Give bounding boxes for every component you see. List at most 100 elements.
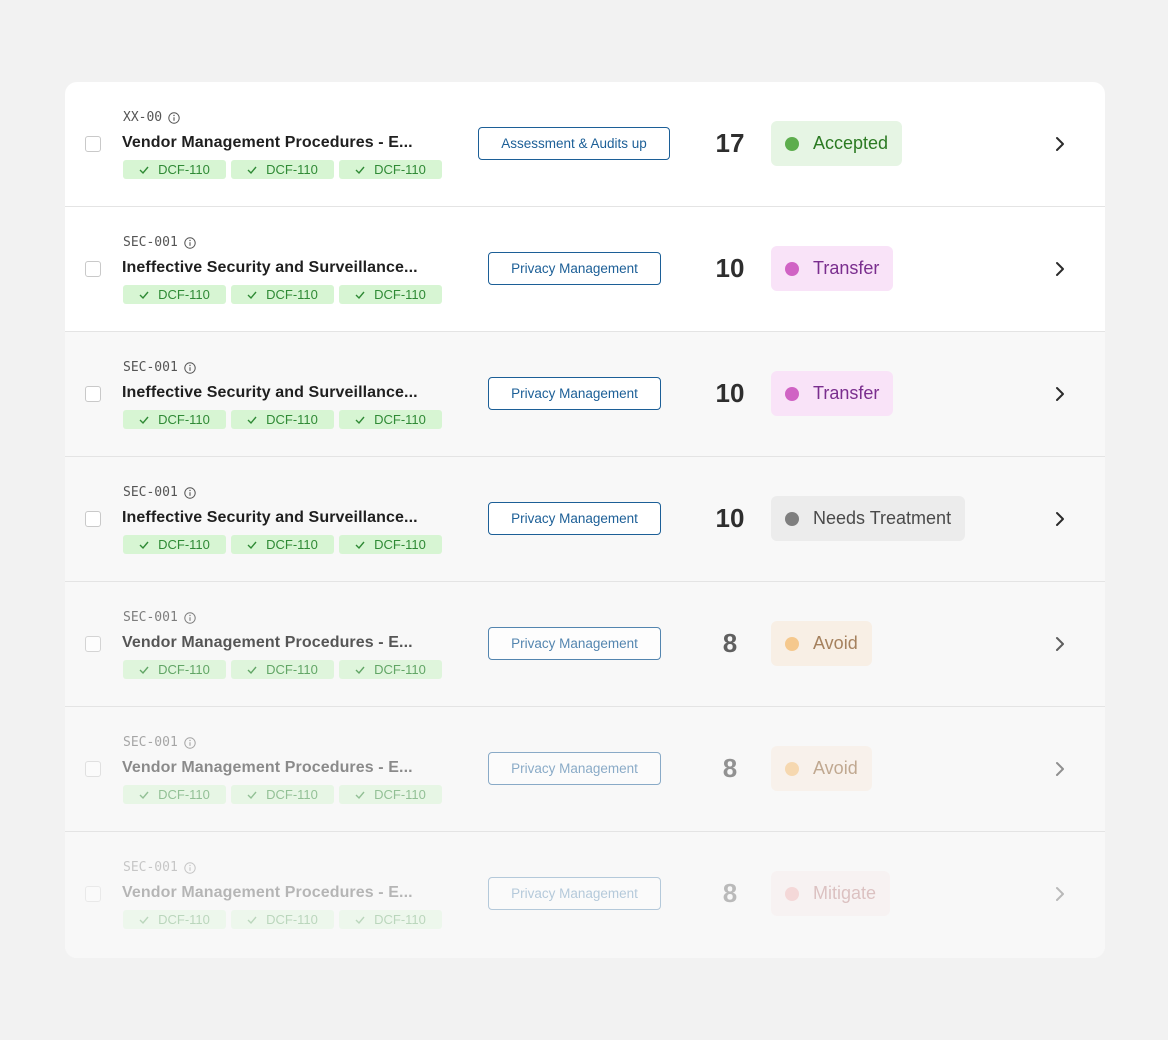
control-chips: DCF-110 DCF-110 DCF-110 <box>123 785 442 804</box>
category-tag[interactable]: Privacy Management <box>488 627 661 660</box>
control-chip[interactable]: DCF-110 <box>123 785 226 804</box>
status-dot <box>785 761 799 776</box>
risk-row[interactable]: XX-00 Vendor Management Procedures - E..… <box>65 82 1105 207</box>
status-dot <box>785 511 799 526</box>
chevron-right-icon[interactable] <box>1053 509 1067 529</box>
status-badge[interactable]: Avoid <box>771 621 872 666</box>
check-icon <box>139 791 149 799</box>
control-chip[interactable]: DCF-110 <box>123 285 226 304</box>
status-label: Avoid <box>813 633 858 653</box>
status-dot <box>785 136 799 151</box>
status-badge[interactable]: Needs Treatment <box>771 496 966 541</box>
status-badge[interactable]: Mitigate <box>771 871 891 916</box>
risk-row[interactable]: SEC-001 Vendor Management Procedures - E… <box>65 832 1105 958</box>
row-checkbox[interactable] <box>85 636 101 652</box>
row-checkbox[interactable] <box>85 761 101 777</box>
control-chip[interactable]: DCF-110 <box>123 535 226 554</box>
control-chip-label: DCF-110 <box>158 537 210 552</box>
control-chip[interactable]: DCF-110 <box>123 660 226 679</box>
check-icon <box>355 416 365 424</box>
info-icon[interactable] <box>184 611 196 624</box>
category-tag[interactable]: Privacy Management <box>488 877 661 910</box>
status-badge[interactable]: Transfer <box>771 246 894 291</box>
risk-score: 10 <box>715 253 745 283</box>
risk-title[interactable]: Vendor Management Procedures - E... <box>122 634 442 652</box>
chevron-right-icon[interactable] <box>1053 759 1067 779</box>
check-icon <box>247 541 257 549</box>
info-icon[interactable] <box>184 486 196 499</box>
control-chip[interactable]: DCF-110 <box>123 410 226 429</box>
status-badge[interactable]: Transfer <box>771 371 894 416</box>
control-chip[interactable]: DCF-110 <box>231 160 334 179</box>
info-icon[interactable] <box>184 236 196 249</box>
control-chip[interactable]: DCF-110 <box>123 160 226 179</box>
check-icon <box>247 166 257 174</box>
check-icon <box>247 291 257 299</box>
control-chip[interactable]: DCF-110 <box>231 410 334 429</box>
info-icon[interactable] <box>168 111 180 124</box>
risk-score: 10 <box>715 503 745 533</box>
chevron-right-icon[interactable] <box>1053 384 1067 404</box>
risk-row[interactable]: SEC-001 Ineffective Security and Surveil… <box>65 207 1105 332</box>
risk-row[interactable]: SEC-001 Ineffective Security and Surveil… <box>65 457 1105 582</box>
risk-row[interactable]: SEC-001 Vendor Management Procedures - E… <box>65 582 1105 707</box>
category-tag[interactable]: Privacy Management <box>488 502 661 535</box>
control-chip[interactable]: DCF-110 <box>339 785 442 804</box>
control-chip[interactable]: DCF-110 <box>339 410 442 429</box>
risk-title[interactable]: Vendor Management Procedures - E... <box>122 759 442 777</box>
risk-title[interactable]: Vendor Management Procedures - E... <box>122 134 442 152</box>
chevron-right-icon[interactable] <box>1053 634 1067 654</box>
category-tag[interactable]: Privacy Management <box>488 752 661 785</box>
status-dot <box>785 636 799 651</box>
risk-row[interactable]: SEC-001 Vendor Management Procedures - E… <box>65 707 1105 832</box>
control-chip[interactable]: DCF-110 <box>231 285 334 304</box>
status-label: Accepted <box>813 133 889 153</box>
chevron-right-icon[interactable] <box>1053 259 1067 279</box>
risk-title[interactable]: Vendor Management Procedures - E... <box>122 884 442 902</box>
check-icon <box>355 291 365 299</box>
risk-title[interactable]: Ineffective Security and Surveillance... <box>122 509 442 527</box>
chevron-right-icon[interactable] <box>1053 884 1067 904</box>
control-chip-label: DCF-110 <box>266 412 318 427</box>
row-checkbox[interactable] <box>85 261 101 277</box>
category-tag[interactable]: Assessment & Audits up <box>478 127 670 160</box>
control-chip-label: DCF-110 <box>266 662 318 677</box>
control-chip[interactable]: DCF-110 <box>231 535 334 554</box>
info-icon[interactable] <box>184 736 196 749</box>
control-chip[interactable]: DCF-110 <box>339 160 442 179</box>
check-icon <box>355 166 365 174</box>
risk-title[interactable]: Ineffective Security and Surveillance... <box>122 259 442 277</box>
category-tag[interactable]: Privacy Management <box>488 252 661 285</box>
control-chip-label: DCF-110 <box>158 287 210 302</box>
row-checkbox[interactable] <box>85 886 101 902</box>
control-chip[interactable]: DCF-110 <box>339 535 442 554</box>
control-chip[interactable]: DCF-110 <box>339 285 442 304</box>
control-chip[interactable]: DCF-110 <box>123 910 226 929</box>
status-badge[interactable]: Avoid <box>771 746 872 791</box>
row-checkbox[interactable] <box>85 511 101 527</box>
info-icon[interactable] <box>184 361 196 374</box>
risk-id: SEC-001 <box>123 235 196 250</box>
control-chip-label: DCF-110 <box>374 912 426 927</box>
control-chip-label: DCF-110 <box>266 537 318 552</box>
control-chip-label: DCF-110 <box>266 162 318 177</box>
control-chip-label: DCF-110 <box>374 537 426 552</box>
row-checkbox[interactable] <box>85 386 101 402</box>
risk-list-card: XX-00 Vendor Management Procedures - E..… <box>65 82 1105 958</box>
control-chip[interactable]: DCF-110 <box>339 660 442 679</box>
control-chip[interactable]: DCF-110 <box>231 910 334 929</box>
row-checkbox[interactable] <box>85 136 101 152</box>
control-chip[interactable]: DCF-110 <box>231 785 334 804</box>
status-dot <box>785 386 799 401</box>
status-label: Mitigate <box>813 883 877 903</box>
risk-title[interactable]: Ineffective Security and Surveillance... <box>122 384 442 402</box>
control-chip[interactable]: DCF-110 <box>339 910 442 929</box>
status-badge[interactable]: Accepted <box>771 121 903 166</box>
info-icon[interactable] <box>184 861 196 874</box>
check-icon <box>139 166 149 174</box>
control-chip[interactable]: DCF-110 <box>231 660 334 679</box>
chevron-right-icon[interactable] <box>1053 134 1067 154</box>
risk-row[interactable]: SEC-001 Ineffective Security and Surveil… <box>65 332 1105 457</box>
risk-id: SEC-001 <box>123 735 196 750</box>
category-tag[interactable]: Privacy Management <box>488 377 661 410</box>
